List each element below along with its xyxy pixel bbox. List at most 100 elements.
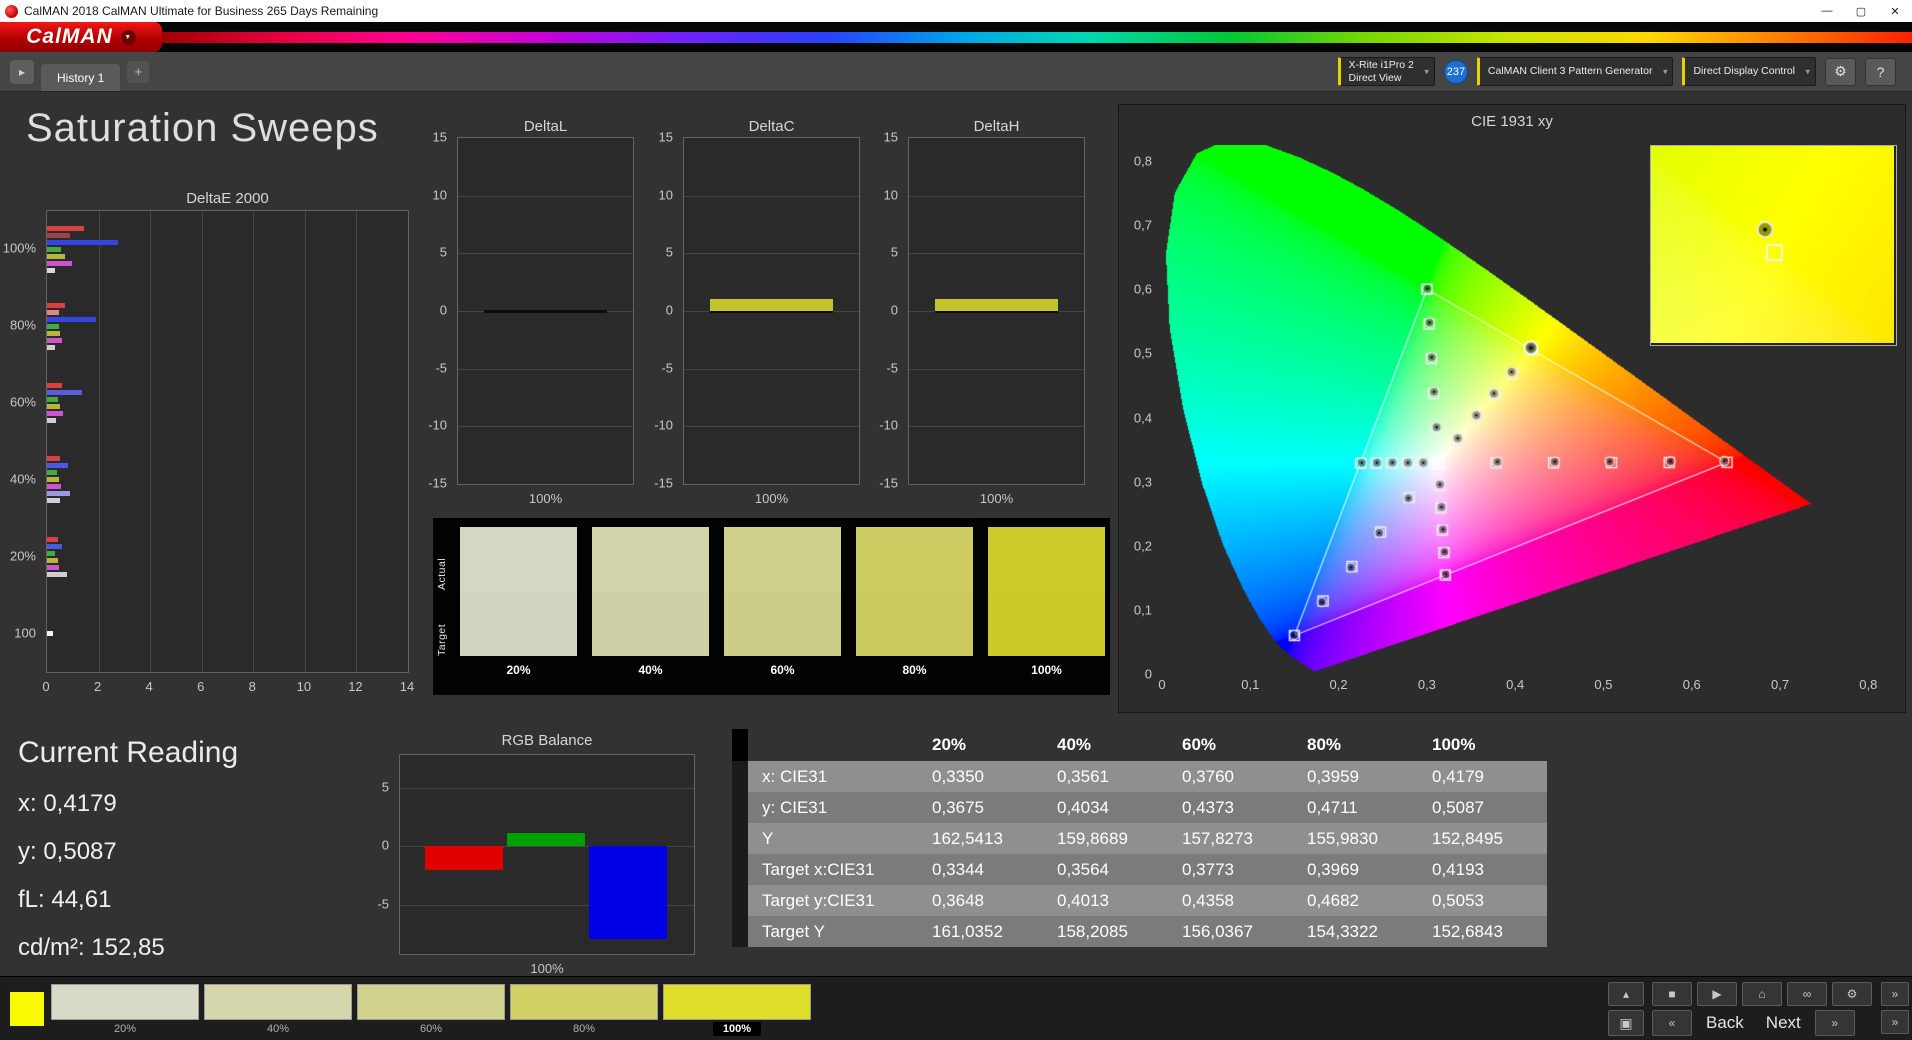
infinity-icon: ∞: [1802, 987, 1812, 1001]
x-tick-label: 0,3: [1417, 677, 1436, 692]
x-tick-label: 0: [42, 679, 50, 694]
spectrum-strip: [160, 32, 1912, 43]
table-cell: 0,5087: [1432, 797, 1484, 817]
maximize-button[interactable]: ▢: [1844, 0, 1878, 22]
expand-bottom-button[interactable]: »: [1881, 1010, 1909, 1034]
delta-bar: [935, 299, 1058, 311]
next-button[interactable]: Next: [1758, 1010, 1809, 1036]
y-tick-label: -5: [886, 360, 898, 376]
expand-top-button[interactable]: »: [1881, 982, 1909, 1006]
table-cell: 0,3675: [932, 797, 984, 817]
y-tick-label: -10: [879, 417, 898, 433]
delta-e-bar: [47, 397, 58, 403]
double-chevron-right-icon: »: [1891, 987, 1899, 1001]
delta-e-bar: [47, 260, 73, 266]
table-col-header: 20%: [932, 735, 967, 754]
measure-settings-button[interactable]: ⚙: [1832, 982, 1872, 1006]
rgb-balance-plot: [399, 754, 695, 955]
actual-target-swatch: [724, 527, 841, 656]
y-tick-label: 0,8: [1133, 153, 1152, 169]
back-button[interactable]: Back: [1698, 1010, 1752, 1036]
chevron-down-icon: ▾: [1424, 66, 1429, 77]
close-button[interactable]: ✕: [1878, 0, 1912, 22]
x-tick-label: 0,7: [1771, 677, 1790, 692]
add-tab-button[interactable]: +: [127, 60, 150, 83]
delta-e-bar: [47, 484, 62, 490]
table-cell: 0,4358: [1182, 890, 1234, 910]
history-nav-button[interactable]: ▸: [10, 59, 34, 84]
table-col-header: 80%: [1307, 735, 1342, 754]
swatch-column: 20%: [460, 527, 577, 695]
table-cell: 154,3322: [1307, 921, 1378, 941]
meter-dropdown[interactable]: X-Rite i1Pro 2 Direct View ▾: [1337, 57, 1435, 86]
table-row-label: Y: [762, 828, 774, 848]
y-tick-label: -5: [661, 360, 673, 376]
help-button[interactable]: ?: [1865, 57, 1896, 86]
table-row-strip: [732, 761, 748, 792]
meter-status-badge[interactable]: 237: [1443, 59, 1468, 84]
y-tick-label: 5: [439, 244, 447, 260]
table-row-strip: [732, 854, 748, 885]
saturation-swatch-button[interactable]: 40%: [204, 984, 352, 1036]
back-chevron-button[interactable]: «: [1652, 1010, 1692, 1036]
swatch-color: [663, 984, 811, 1020]
play-button[interactable]: ▶: [1697, 982, 1737, 1006]
saturation-swatch-button[interactable]: 80%: [510, 984, 658, 1036]
display-control-dropdown[interactable]: Direct Display Control ▾: [1682, 57, 1816, 86]
cie-x-ticks: 0 0,1 0,2 0,3 0,4 0,5 0,6 0,7 0,8: [1158, 677, 1886, 695]
saturation-swatch-button[interactable]: 60%: [357, 984, 505, 1036]
cie-inset-canvas: [1651, 146, 1894, 343]
up-arrow-icon: ▴: [1622, 987, 1630, 1001]
delta-c-plot: [683, 137, 860, 485]
pattern-window-button[interactable]: ▣: [1608, 1010, 1644, 1036]
table-col-header: 60%: [1182, 735, 1217, 754]
pattern-color-indicator: [10, 992, 44, 1026]
actual-target-swatch: [988, 527, 1105, 656]
tab-history-1[interactable]: History 1: [41, 64, 121, 91]
y-tick-label: -10: [654, 417, 673, 433]
stop-button[interactable]: ■: [1652, 982, 1692, 1006]
swatch-color: [510, 984, 658, 1020]
pattern-popout-button[interactable]: ▴: [1608, 982, 1644, 1006]
y-group-label: 80%: [9, 317, 36, 333]
delta-h-chart: DeltaH 15 10 5 0 -5 -10 -15 100%: [855, 118, 1085, 558]
y-tick-label: 15: [432, 129, 447, 145]
delta-e-bar: [47, 557, 58, 563]
y-tick-label: 0: [890, 302, 898, 318]
delta-e-bar: [47, 383, 62, 389]
settings-button[interactable]: ⚙: [1825, 57, 1856, 86]
saturation-swatch-button[interactable]: 100%: [663, 984, 811, 1036]
y-tick-label: 5: [890, 244, 898, 260]
y-ticks: 15 10 5 0 -5 -10 -15: [634, 130, 679, 491]
pattern-generator-dropdown[interactable]: CalMAN Client 3 Pattern Generator ▾: [1476, 57, 1674, 86]
display-control-label: Direct Display Control: [1693, 65, 1795, 78]
table-cell: 159,8689: [1057, 828, 1128, 848]
next-chevron-button[interactable]: »: [1814, 1010, 1855, 1036]
y-tick-label: 0: [1144, 666, 1152, 682]
x-tick-label: 4: [145, 679, 153, 694]
actual-target-swatch-strip: Actual Target 20% 40% 60% 80% 100%: [433, 518, 1110, 695]
delta-e-bar: [47, 491, 70, 497]
table-row-strip: [732, 916, 748, 947]
y-tick-label: 5: [381, 779, 389, 795]
swatch-label: 60%: [419, 1023, 443, 1035]
table-cell: 0,3564: [1057, 859, 1109, 879]
table-cell: 0,3344: [932, 859, 984, 879]
delta-e-x-labels: 0 2 4 6 8 10 12 14: [42, 679, 414, 697]
capture-button[interactable]: ⌂: [1742, 982, 1782, 1006]
table-cell: 0,3773: [1182, 859, 1234, 879]
table-cell: 0,4034: [1057, 797, 1109, 817]
y-tick-label: 0,3: [1133, 474, 1152, 490]
y-group-label: 100: [14, 625, 36, 641]
saturation-swatch-button[interactable]: 20%: [51, 984, 199, 1036]
continuous-measure-button[interactable]: ∞: [1787, 982, 1827, 1006]
table-row: Target y:CIE31 0,3648 0,4013 0,4358 0,4682 0,…: [732, 885, 1547, 916]
page-title: Saturation Sweeps: [26, 106, 379, 150]
x-axis-label: 100%: [530, 961, 564, 976]
minimize-button[interactable]: —: [1810, 0, 1844, 22]
double-chevron-right-icon: »: [1831, 1016, 1839, 1030]
table-cell: 0,5053: [1432, 890, 1484, 910]
swatch-column: 80%: [856, 527, 973, 695]
calman-logo-menu[interactable]: CalMAN ▼: [0, 22, 162, 52]
navigation-row: « Back Next »: [1652, 1010, 1855, 1036]
